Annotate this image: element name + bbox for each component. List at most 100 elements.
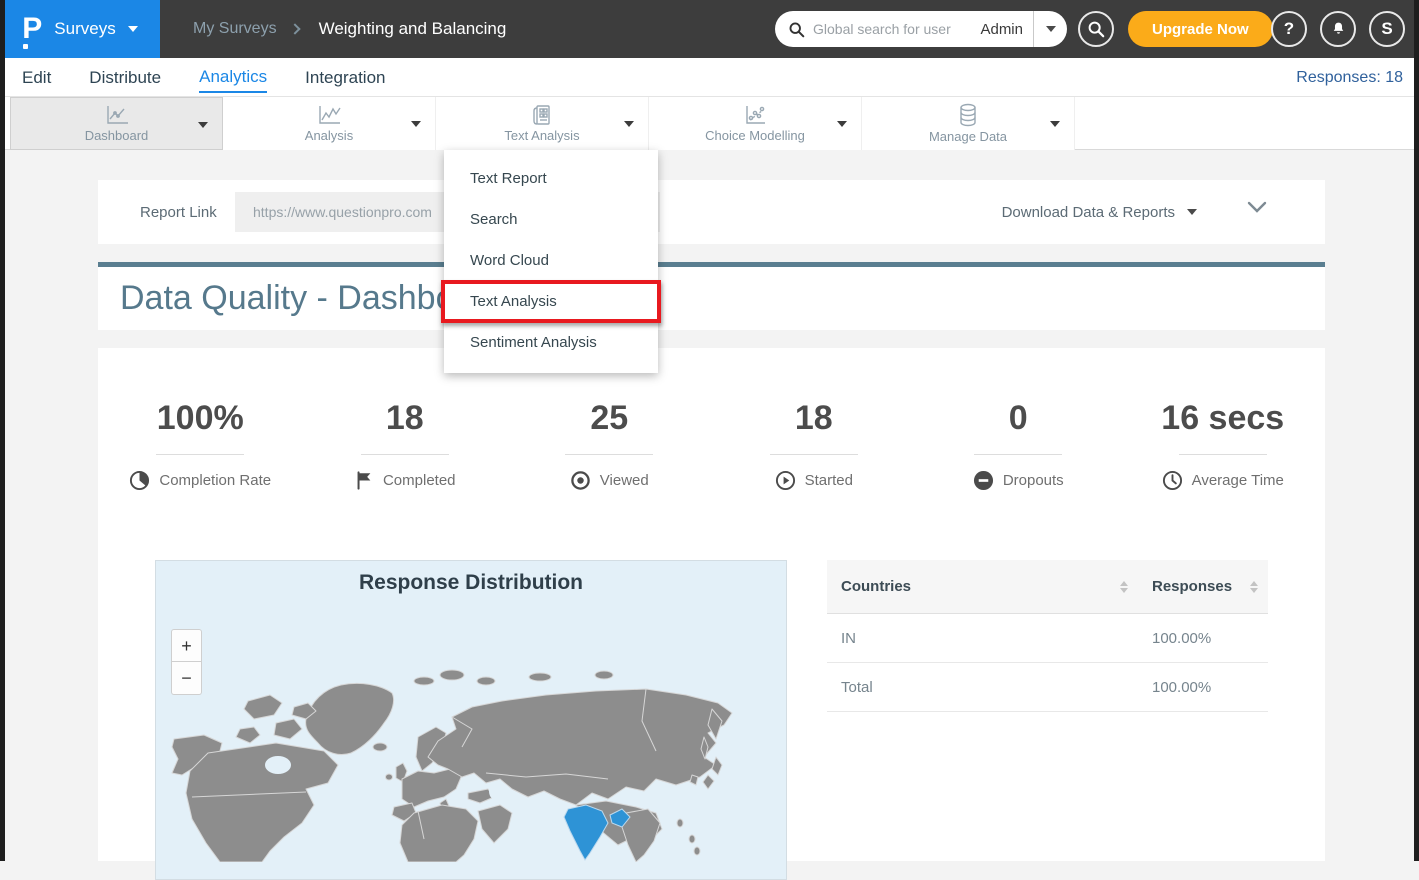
user-avatar[interactable]: S [1369, 11, 1405, 47]
tab-label: Text Analysis [504, 128, 579, 143]
zoom-in-button[interactable]: + [171, 629, 202, 662]
map-country-india [564, 805, 608, 860]
column-header-responses[interactable]: Responses [1138, 578, 1268, 595]
completion-pie-icon [129, 470, 150, 491]
database-icon [955, 103, 981, 127]
stats-row: 100% Completion Rate 18 Completed 25 [98, 348, 1325, 491]
responses-count: Responses: 18 [1296, 58, 1403, 97]
questionpro-logo-icon: P [22, 14, 42, 44]
header-search-button[interactable] [1078, 11, 1114, 47]
divider [156, 454, 244, 455]
eye-icon [570, 470, 591, 491]
stat-average-time: 16 secs Average Time [1121, 398, 1326, 491]
collapse-panel-chevron[interactable] [1247, 200, 1267, 218]
stat-dropouts: 0 Dropouts [916, 398, 1121, 491]
chevron-down-icon[interactable] [837, 121, 847, 127]
stat-value: 0 [1009, 398, 1028, 438]
divider [565, 454, 653, 455]
global-search: Admin [775, 11, 1067, 47]
chevron-down-icon[interactable] [411, 121, 421, 127]
minus-circle-icon [973, 470, 994, 491]
breadcrumb-chevron-icon [289, 23, 300, 34]
menu-item-search[interactable]: Search [444, 199, 658, 240]
search-scope-dropdown[interactable] [1033, 11, 1067, 47]
nav-item-analytics[interactable]: Analytics [199, 61, 267, 93]
dashboard-card: 100% Completion Rate 18 Completed 25 [98, 348, 1325, 861]
stat-completion-rate: 100% Completion Rate [98, 398, 303, 491]
tab-analysis[interactable]: Analysis [223, 97, 436, 150]
window-edge-left [0, 0, 5, 861]
product-switcher[interactable]: P Surveys [0, 0, 160, 58]
zoom-out-button[interactable]: − [171, 662, 202, 695]
tab-manage-data[interactable]: Manage Data [862, 97, 1075, 150]
stat-label: Completed [383, 472, 456, 489]
stat-label: Viewed [600, 472, 649, 489]
menu-item-text-report[interactable]: Text Report [444, 158, 658, 199]
table-row: Total 100.00% [827, 663, 1268, 712]
responses-cell: 100.00% [1138, 679, 1268, 696]
column-label: Responses [1152, 578, 1232, 595]
map-title: Response Distribution [156, 571, 786, 595]
divider [1179, 454, 1267, 455]
window-edge-right [1414, 0, 1419, 861]
stat-started: 18 Started [712, 398, 917, 491]
nav-item-integration[interactable]: Integration [305, 62, 385, 92]
breadcrumb: My Surveys Weighting and Balancing [193, 0, 506, 58]
chevron-down-icon [128, 26, 138, 32]
search-scope-label: Admin [976, 21, 1033, 38]
nav-item-distribute[interactable]: Distribute [89, 62, 161, 92]
tab-label: Manage Data [929, 129, 1007, 144]
menu-item-label: Search [470, 211, 518, 228]
global-search-input[interactable] [813, 21, 976, 37]
table-header: Countries Responses [827, 560, 1268, 614]
upgrade-now-button[interactable]: Upgrade Now [1128, 11, 1273, 47]
survey-nav: Edit Distribute Analytics Integration Re… [0, 58, 1419, 97]
stat-value: 18 [386, 398, 424, 438]
tab-text-analysis[interactable]: Text Analysis [436, 97, 649, 150]
product-menu-label: Surveys [54, 19, 115, 39]
analytics-toolbar: Dashboard Analysis Text Analysis Choice … [0, 97, 1419, 150]
chevron-down-icon[interactable] [624, 121, 634, 127]
chevron-down-icon[interactable] [1050, 121, 1060, 127]
tab-dashboard[interactable]: Dashboard [10, 97, 223, 150]
report-link-bar: Report Link Download Data & Reports [98, 180, 1325, 244]
nav-item-edit[interactable]: Edit [22, 62, 51, 92]
text-analysis-menu: Text Report Search Word Cloud Text Analy… [444, 150, 658, 373]
chevron-down-icon[interactable] [198, 122, 208, 128]
stat-label: Started [805, 472, 853, 489]
country-cell: IN [827, 630, 1138, 647]
divider [770, 454, 858, 455]
stat-value: 18 [795, 398, 833, 438]
divider [361, 454, 449, 455]
download-label: Download Data & Reports [1002, 204, 1175, 221]
stat-label: Completion Rate [159, 472, 271, 489]
menu-item-label: Text Analysis [470, 293, 557, 310]
download-data-reports-dropdown[interactable]: Download Data & Reports [1002, 180, 1197, 244]
menu-item-sentiment-analysis[interactable]: Sentiment Analysis [444, 322, 658, 363]
menu-item-text-analysis[interactable]: Text Analysis [444, 281, 658, 322]
stat-value: 16 secs [1161, 398, 1284, 438]
tab-label: Dashboard [85, 128, 149, 143]
tab-choice-modelling[interactable]: Choice Modelling [649, 97, 862, 150]
trend-chart-icon [316, 104, 342, 126]
stat-completed: 18 Completed [303, 398, 508, 491]
menu-item-word-cloud[interactable]: Word Cloud [444, 240, 658, 281]
breadcrumb-current: Weighting and Balancing [319, 19, 507, 39]
chevron-down-icon [1046, 26, 1056, 32]
world-map[interactable] [156, 561, 787, 862]
line-chart-icon [104, 104, 130, 126]
app-header: P Surveys My Surveys Weighting and Balan… [0, 0, 1419, 58]
stat-value: 100% [157, 398, 244, 438]
notifications-button[interactable] [1320, 11, 1356, 47]
stat-value: 25 [590, 398, 628, 438]
scatter-chart-icon [742, 104, 768, 126]
text-report-icon [529, 104, 555, 126]
column-header-countries[interactable]: Countries [827, 578, 1138, 595]
help-button[interactable]: ? [1271, 11, 1307, 47]
sort-icon[interactable] [1120, 581, 1128, 593]
divider [974, 454, 1062, 455]
sort-icon[interactable] [1250, 581, 1258, 593]
responses-cell: 100.00% [1138, 630, 1268, 647]
tab-label: Choice Modelling [705, 128, 805, 143]
breadcrumb-parent-link[interactable]: My Surveys [193, 20, 277, 38]
